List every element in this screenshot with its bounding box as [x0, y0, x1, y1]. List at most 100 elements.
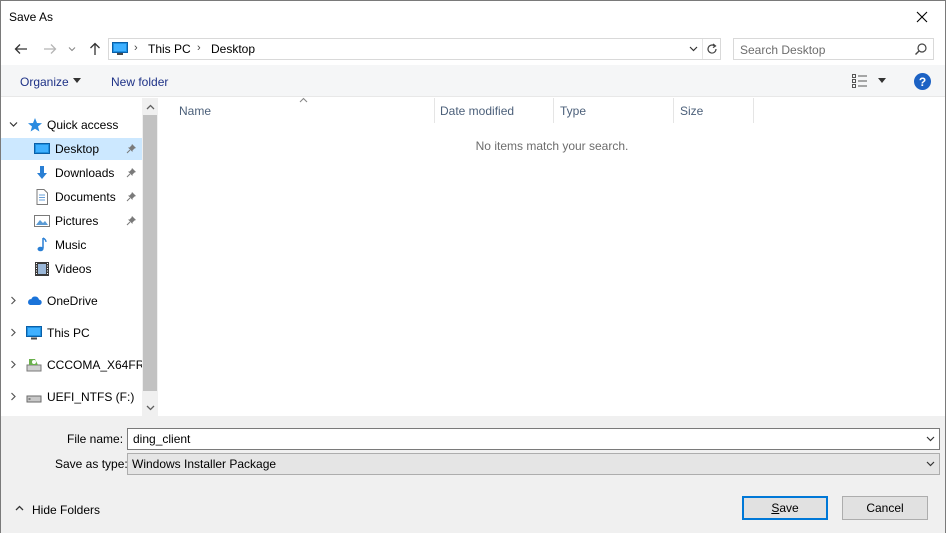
- hide-folders-label: Hide Folders: [32, 503, 101, 517]
- sidebar-item-cccoma-drive[interactable]: CCCOMA_X64FRE: [1, 354, 142, 376]
- pin-icon[interactable]: [126, 215, 137, 226]
- desktop-icon: [34, 143, 50, 154]
- sidebar-item-label: Desktop: [55, 142, 100, 156]
- sidebar-item-label: OneDrive: [47, 294, 98, 308]
- new-folder-button[interactable]: New folder: [111, 75, 168, 89]
- column-divider[interactable]: [753, 98, 754, 123]
- pin-icon[interactable]: [126, 167, 137, 178]
- column-header-size[interactable]: Size: [674, 98, 753, 123]
- sidebar-item-this-pc[interactable]: This PC: [1, 322, 142, 344]
- sidebar-item-label: Quick access: [47, 118, 119, 132]
- save-as-dialog: Save As › This PC › Desktop Search Deskt…: [0, 0, 946, 533]
- sidebar-item-label: This PC: [47, 326, 90, 340]
- save-button-label: Save: [771, 501, 799, 515]
- chevron-right-icon[interactable]: [9, 296, 18, 305]
- pin-icon[interactable]: [126, 143, 137, 154]
- view-options-icon[interactable]: [852, 74, 868, 88]
- chevron-up-icon: [15, 505, 24, 511]
- cloud-icon: [28, 296, 42, 305]
- help-button[interactable]: ?: [914, 73, 931, 90]
- sidebar-item-quick-access[interactable]: Quick access: [1, 114, 142, 136]
- sidebar-item-music[interactable]: Music: [1, 234, 142, 256]
- save-options-panel: File name: ding_client Save as type: Win…: [1, 416, 945, 533]
- save-as-type-label: Save as type:: [55, 457, 128, 471]
- scroll-up-button[interactable]: [142, 98, 158, 115]
- file-name-label: File name:: [67, 432, 124, 446]
- column-label: Name: [179, 104, 212, 118]
- chevron-right-icon[interactable]: [9, 392, 18, 401]
- back-button[interactable]: [10, 38, 32, 60]
- chevron-down-icon: [689, 46, 697, 52]
- pictures-icon: [34, 215, 50, 227]
- sidebar-item-pictures[interactable]: Pictures: [1, 210, 142, 232]
- navigation-pane-scrollbar[interactable]: [142, 98, 158, 416]
- file-name-input[interactable]: ding_client: [127, 428, 940, 450]
- document-icon: [36, 189, 48, 205]
- search-input[interactable]: Search Desktop: [733, 38, 934, 60]
- close-icon: [916, 11, 928, 22]
- chevron-down-icon: [68, 47, 76, 52]
- chevron-down-icon: [146, 405, 154, 410]
- breadcrumb-desktop[interactable]: Desktop: [211, 42, 255, 56]
- up-arrow-icon: [90, 42, 100, 55]
- search-placeholder: Search Desktop: [740, 43, 826, 57]
- column-header-type[interactable]: Type: [554, 98, 673, 123]
- column-label: Size: [680, 104, 704, 118]
- computer-icon: [112, 42, 128, 55]
- file-list[interactable]: Name Date modified Type Size No items ma…: [159, 97, 945, 416]
- cancel-button-label: Cancel: [866, 501, 904, 515]
- navigation-bar: › This PC › Desktop Search Desktop: [1, 34, 945, 64]
- cancel-button[interactable]: Cancel: [842, 496, 928, 520]
- scroll-down-button[interactable]: [142, 399, 158, 416]
- chevron-up-icon: [146, 104, 154, 109]
- forward-arrow-icon: [44, 44, 57, 54]
- save-as-type-dropdown-button[interactable]: [921, 454, 939, 474]
- save-as-type-select[interactable]: Windows Installer Package: [127, 453, 940, 475]
- refresh-icon: [707, 43, 717, 54]
- chevron-right-icon[interactable]: [9, 328, 18, 337]
- sidebar-item-videos[interactable]: Videos: [1, 258, 142, 280]
- drive-icon: [26, 395, 42, 403]
- chevron-down-icon: [926, 436, 934, 442]
- title-bar: Save As: [1, 1, 945, 32]
- file-name-dropdown-button[interactable]: [921, 429, 939, 449]
- breadcrumb-separator: ›: [197, 42, 201, 54]
- chevron-down-icon[interactable]: [9, 120, 18, 129]
- empty-list-message: No items match your search.: [475, 139, 629, 153]
- chevron-down-icon[interactable]: [878, 78, 886, 83]
- close-button[interactable]: [899, 1, 945, 32]
- column-header-date-modified[interactable]: Date modified: [435, 98, 553, 123]
- chevron-down-icon: [926, 461, 934, 467]
- sidebar-item-documents[interactable]: Documents: [1, 186, 142, 208]
- sort-ascending-icon: [299, 97, 308, 103]
- up-button[interactable]: [84, 38, 106, 60]
- address-bar[interactable]: › This PC › Desktop: [108, 38, 721, 60]
- chevron-down-icon: [73, 78, 81, 83]
- save-button[interactable]: Save: [742, 496, 828, 520]
- chevron-right-icon[interactable]: [9, 360, 18, 369]
- sidebar-item-label: Pictures: [55, 214, 99, 228]
- breadcrumb-separator: ›: [134, 42, 138, 54]
- address-dropdown-button[interactable]: [684, 39, 702, 59]
- command-toolbar: Organize New folder ?: [1, 65, 945, 97]
- breadcrumb-this-pc[interactable]: This PC: [148, 42, 191, 56]
- sidebar-item-downloads[interactable]: Downloads: [1, 162, 142, 184]
- sidebar-item-uefi-ntfs-drive[interactable]: UEFI_NTFS (F:): [1, 386, 142, 408]
- scroll-thumb[interactable]: [143, 115, 157, 391]
- download-icon: [37, 166, 47, 179]
- recent-locations-button[interactable]: [63, 38, 81, 60]
- videos-icon: [35, 262, 49, 276]
- refresh-button[interactable]: [702, 39, 721, 59]
- sidebar-item-desktop[interactable]: Desktop: [1, 138, 142, 160]
- organize-button[interactable]: Organize: [20, 75, 69, 89]
- window-title: Save As: [9, 10, 54, 24]
- sidebar-item-label: UEFI_NTFS (F:): [47, 390, 135, 404]
- column-header-name[interactable]: Name: [159, 97, 434, 123]
- music-icon: [37, 237, 47, 252]
- sidebar-item-onedrive[interactable]: OneDrive: [1, 290, 142, 312]
- forward-button[interactable]: [39, 38, 61, 60]
- navigation-pane: Quick access Desktop Downloads Documents…: [1, 98, 158, 416]
- pin-icon[interactable]: [126, 191, 137, 202]
- column-label: Date modified: [440, 104, 515, 118]
- search-icon: [915, 43, 927, 55]
